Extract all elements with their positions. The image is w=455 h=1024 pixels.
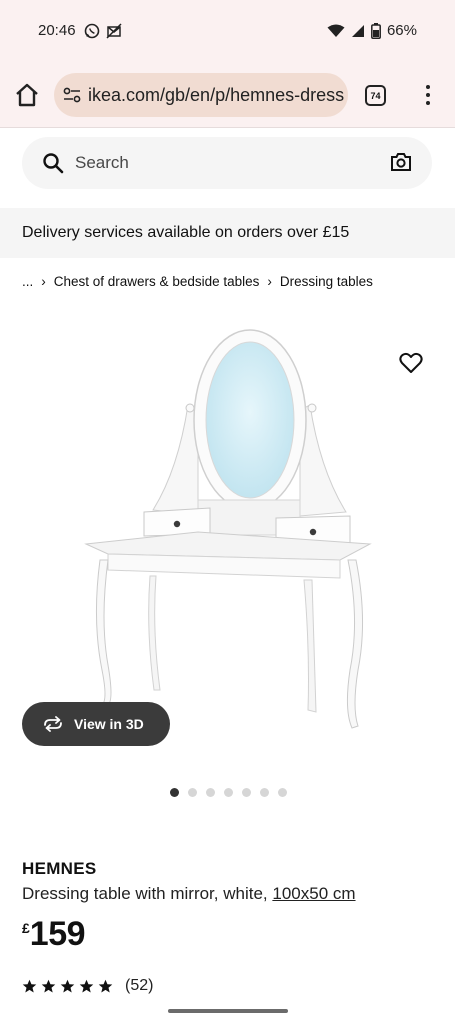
carousel-dot[interactable]: [206, 788, 215, 797]
gesture-navigation-bar[interactable]: [168, 1009, 288, 1013]
rotate-3d-icon: [44, 716, 62, 732]
product-price: £ 159: [22, 915, 86, 954]
carousel-dot[interactable]: [170, 788, 179, 797]
carousel-dot[interactable]: [242, 788, 251, 797]
chevron-right-icon: ›: [41, 274, 46, 289]
view-in-3d-label: View in 3D: [74, 716, 144, 732]
battery-level: 66%: [386, 22, 417, 39]
chevron-right-icon: ›: [267, 274, 272, 289]
breadcrumb-item[interactable]: Dressing tables: [280, 274, 373, 289]
star-icon: [79, 979, 94, 992]
heart-icon[interactable]: [399, 352, 423, 374]
product-description: Dressing table with mirror, white, 100x5…: [22, 884, 356, 904]
search-bar[interactable]: Search: [22, 137, 432, 189]
address-bar[interactable]: ikea.com/gb/en/p/hemnes-dress: [54, 73, 348, 117]
site-settings-icon[interactable]: [62, 85, 82, 105]
browser-toolbar: ikea.com/gb/en/p/hemnes-dress 74: [0, 62, 455, 128]
view-in-3d-button[interactable]: View in 3D: [22, 702, 170, 746]
status-time: 20:46: [38, 22, 76, 39]
carousel-dot[interactable]: [260, 788, 269, 797]
search-icon: [43, 153, 64, 174]
mail-off-icon: [106, 23, 122, 39]
image-carousel-indicator[interactable]: [170, 788, 287, 797]
search-input[interactable]: Search: [75, 153, 129, 173]
home-icon[interactable]: [14, 82, 40, 108]
status-bar: 20:46 66%: [0, 0, 455, 62]
url-text[interactable]: ikea.com/gb/en/p/hemnes-dress: [88, 85, 344, 106]
browser-menu-icon[interactable]: [418, 82, 438, 108]
whatsapp-icon: [84, 23, 100, 39]
carousel-dot[interactable]: [278, 788, 287, 797]
star-icon: [98, 979, 113, 992]
signal-icon: [351, 24, 364, 37]
breadcrumb: ... › Chest of drawers & bedside tables …: [22, 274, 373, 289]
delivery-banner[interactable]: Delivery services available on orders ov…: [0, 208, 455, 258]
price-currency: £: [22, 920, 30, 936]
carousel-dot[interactable]: [188, 788, 197, 797]
carousel-dot[interactable]: [224, 788, 233, 797]
product-name: HEMNES: [22, 859, 97, 878]
wifi-icon: [327, 24, 345, 37]
star-icon: [22, 979, 37, 992]
delivery-banner-text: Delivery services available on orders ov…: [22, 224, 350, 241]
tab-switcher-button[interactable]: 74: [365, 85, 386, 106]
battery-icon: [371, 22, 381, 39]
star-icon: [41, 979, 56, 992]
price-amount: 159: [29, 915, 86, 953]
breadcrumb-item[interactable]: ...: [22, 274, 33, 289]
camera-search-icon[interactable]: [390, 152, 412, 172]
review-count[interactable]: (52): [125, 977, 153, 995]
product-rating[interactable]: (52): [22, 977, 153, 995]
star-icon: [60, 979, 75, 992]
breadcrumb-item[interactable]: Chest of drawers & bedside tables: [54, 274, 260, 289]
product-description-text: Dressing table with mirror, white,: [22, 884, 268, 903]
product-size-link[interactable]: 100x50 cm: [272, 884, 355, 903]
